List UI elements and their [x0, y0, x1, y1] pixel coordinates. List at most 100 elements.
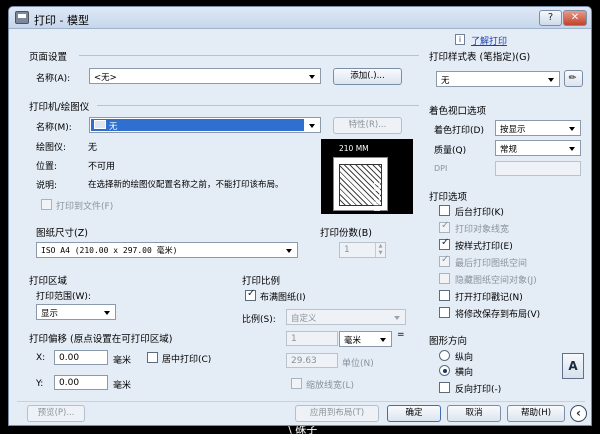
edit-style-table-button[interactable]: ✎ — [564, 70, 583, 87]
shade-plot-value: 按显示 — [500, 125, 526, 135]
title-close-button[interactable]: ✕ — [563, 10, 587, 26]
orientation-preview-icon: A — [562, 353, 584, 379]
collapse-options-button[interactable]: ‹ — [570, 405, 587, 422]
scale-equals: = — [397, 330, 405, 340]
window-title: 打印 - 模型 — [34, 14, 89, 27]
offset-x-value: 0.00 — [59, 353, 80, 363]
copies-value: 1 — [344, 245, 350, 255]
print-dialog: 打印 - 模型 ? ✕ i 了解打印 页面设置 名称(A): <无> 添加(.)… — [8, 6, 592, 426]
info-icon: i — [455, 34, 465, 45]
center-plot-checkbox[interactable] — [147, 352, 158, 363]
chevron-down-icon — [284, 245, 295, 256]
plot-option-label: 后台打印(K) — [455, 208, 504, 218]
print-to-file-label: 打印到文件(F) — [56, 202, 114, 212]
copies-title: 打印份数(B) — [320, 228, 372, 239]
plot-option-checkbox[interactable] — [439, 307, 450, 318]
paper-size-value: ISO A4 (210.00 x 297.00 毫米) — [41, 246, 178, 255]
printer-name-select[interactable]: 无 — [89, 117, 321, 133]
help-button[interactable]: 帮助(H) — [507, 405, 565, 422]
scale-drawing-value: 29.63 — [291, 356, 317, 366]
offset-y-label: Y: — [36, 379, 44, 389]
offset-x-input[interactable]: 0.00 — [54, 350, 108, 365]
quality-value: 常规 — [500, 145, 518, 155]
scale-paper-input[interactable]: 1 — [286, 331, 338, 346]
description-label: 说明: — [36, 181, 58, 191]
title-help-button[interactable]: ? — [539, 10, 562, 26]
page-setup-name-select[interactable]: <无> — [89, 68, 321, 84]
plot-scale-title: 打印比例 — [242, 276, 281, 287]
style-table-select[interactable]: 无 — [436, 71, 560, 87]
style-table-value: 无 — [441, 76, 450, 86]
plot-range-select[interactable]: 显示 — [36, 304, 116, 320]
scale-label: 比例(S): — [242, 315, 276, 325]
offset-x-unit: 毫米 — [113, 356, 132, 366]
scale-unit2-label: 单位(N) — [342, 359, 374, 369]
chevron-down-icon — [307, 120, 318, 131]
printer-icon — [15, 11, 29, 24]
printer-name-highlight — [91, 119, 304, 131]
plot-area-title: 打印区域 — [29, 276, 68, 287]
plot-option-checkbox[interactable] — [439, 220, 450, 233]
location-label: 位置: — [36, 162, 58, 172]
chevron-down-icon — [102, 307, 113, 318]
cancel-button[interactable]: 取消 — [447, 405, 501, 422]
plot-range-value: 显示 — [41, 309, 59, 319]
learn-printing-link[interactable]: 了解打印 — [471, 34, 507, 47]
print-to-file-checkbox[interactable] — [41, 199, 52, 210]
landscape-label: 横向 — [455, 368, 474, 378]
plot-option-checkbox[interactable] — [439, 237, 450, 250]
paper-width-label: 210 MM — [339, 144, 369, 153]
background-text-fragment: \ 硃子 — [288, 426, 318, 434]
plot-option-checkbox[interactable] — [439, 205, 450, 216]
scale-unit-select[interactable]: 毫米 — [339, 331, 392, 347]
upside-down-checkbox[interactable] — [439, 382, 450, 393]
plot-option-label: 将修改保存到布局(V) — [455, 310, 541, 320]
paper-size-select[interactable]: ISO A4 (210.00 x 297.00 毫米) — [36, 242, 298, 258]
offset-y-input[interactable]: 0.00 — [54, 375, 108, 390]
pen-edit-icon: ✎ — [566, 71, 580, 85]
plot-range-label: 打印范围(W): — [36, 292, 91, 302]
dpi-input[interactable] — [495, 161, 581, 176]
paper-height-label: 297 MM — [372, 182, 381, 212]
plot-option-label: 打印对象线宽 — [455, 225, 510, 235]
orientation-title: 图形方向 — [429, 336, 468, 347]
chevron-down-icon — [378, 334, 389, 345]
quality-select[interactable]: 常规 — [495, 140, 581, 156]
copies-spinner[interactable]: 1 ▲ ▼ — [339, 242, 386, 258]
add-page-setup-button[interactable]: 添加(.)... — [333, 68, 402, 85]
landscape-radio[interactable] — [439, 365, 450, 376]
plotter-value: 无 — [88, 143, 98, 153]
printer-properties-button[interactable]: 特性(R)... — [333, 117, 402, 134]
page-setup-name-value: <无> — [94, 73, 117, 83]
shade-plot-select[interactable]: 按显示 — [495, 120, 581, 136]
printer-name-label: 名称(M): — [36, 123, 72, 133]
scale-select[interactable]: 自定义 — [286, 309, 406, 325]
spinner-arrows-icon: ▲ ▼ — [375, 243, 385, 257]
plot-option-checkbox[interactable] — [439, 290, 450, 301]
plotter-label: 绘图仪: — [36, 143, 67, 153]
plot-option-checkbox[interactable] — [439, 254, 450, 267]
printer-name-value: 无 — [109, 122, 118, 132]
scale-lineweights-checkbox[interactable] — [291, 378, 302, 389]
scale-drawing-input[interactable]: 29.63 — [286, 353, 338, 368]
ok-button[interactable]: 确定 — [387, 405, 441, 422]
plot-option-label: 隐藏图纸空间对象(J) — [455, 276, 537, 286]
page-setup-title: 页面设置 — [29, 52, 68, 63]
plot-option-label: 打开打印戳记(N) — [455, 293, 523, 303]
preview-button[interactable]: 预览(P)... — [27, 405, 85, 422]
title-bar: 打印 - 模型 ? ✕ — [9, 7, 591, 29]
portrait-radio[interactable] — [439, 350, 450, 361]
printer-title: 打印机/绘图仪 — [29, 102, 90, 113]
fit-to-paper-label: 布满图纸(I) — [260, 293, 306, 303]
fit-to-paper-checkbox[interactable] — [245, 288, 256, 301]
upside-down-label: 反向打印(-) — [455, 385, 502, 395]
scale-lineweights-label: 缩放线宽(L) — [306, 381, 355, 391]
portrait-label: 纵向 — [455, 353, 474, 363]
shade-plot-label: 着色打印(D) — [434, 126, 484, 136]
plot-option-checkbox[interactable] — [439, 273, 450, 284]
scale-paper-value: 1 — [291, 334, 297, 344]
chevron-down-icon — [392, 312, 403, 323]
page-setup-name-label: 名称(A): — [36, 74, 71, 84]
apply-to-layout-button[interactable]: 应用到布局(T) — [295, 405, 379, 422]
plotter-small-icon — [94, 120, 106, 129]
